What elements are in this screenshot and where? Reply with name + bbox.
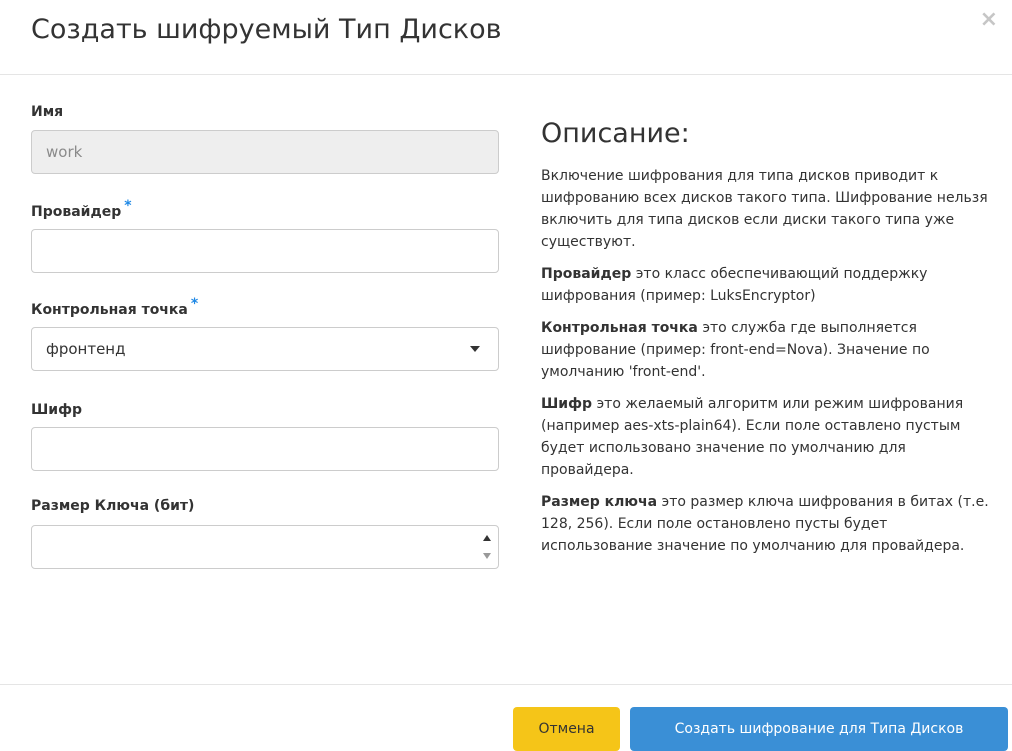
cipher-term: Шифр <box>541 396 593 412</box>
modal-header: Создать шифруемый Тип Дисков × <box>0 0 1012 75</box>
key-size-input[interactable] <box>31 525 499 569</box>
chevron-down-icon <box>470 346 480 352</box>
control-location-label: Контрольная точка * <box>31 296 198 318</box>
control-location-term: Контрольная точка <box>541 320 698 336</box>
description-title: Описание: <box>541 118 690 149</box>
description-provider: Провайдер это класс обеспечивающий подде… <box>541 263 1001 307</box>
provider-term: Провайдер <box>541 266 632 282</box>
provider-label-text: Провайдер <box>31 204 122 220</box>
description-control-location: Контрольная точка это служба где выполня… <box>541 317 1001 383</box>
provider-label: Провайдер * <box>31 198 132 220</box>
number-spinner <box>480 530 494 564</box>
key-size-label: Размер Ключа (бит) <box>31 498 195 514</box>
cipher-input[interactable] <box>31 427 499 471</box>
caret-down-icon <box>483 553 491 559</box>
provider-input[interactable] <box>31 229 499 273</box>
close-icon[interactable]: × <box>980 8 998 32</box>
description-panel: Описание: Включение шифрования для типа … <box>541 118 1001 567</box>
control-location-label-text: Контрольная точка <box>31 302 188 318</box>
required-asterisk: * <box>190 296 199 312</box>
description-key-size: Размер ключа это размер ключа шифрования… <box>541 491 1001 557</box>
required-asterisk: * <box>124 198 132 214</box>
name-label: Имя <box>31 104 64 120</box>
cancel-button[interactable]: Отмена <box>513 707 620 751</box>
description-intro: Включение шифрования для типа дисков при… <box>541 168 988 250</box>
cipher-label: Шифр <box>31 402 83 418</box>
spinner-up-button[interactable] <box>480 530 494 546</box>
create-encryption-button[interactable]: Создать шифрование для Типа Дисков <box>630 707 1008 751</box>
modal-footer: Отмена Создать шифрование для Типа Диско… <box>0 684 1012 751</box>
name-field[interactable]: work <box>31 130 499 174</box>
description-cipher: Шифр это желаемый алгоритм или режим шиф… <box>541 393 1001 481</box>
control-location-select[interactable]: фронтенд <box>31 327 499 371</box>
modal-title: Создать шифруемый Тип Дисков <box>31 14 502 45</box>
caret-up-icon <box>483 535 491 541</box>
key-size-term: Размер ключа <box>541 494 658 510</box>
control-location-value: фронтенд <box>46 340 126 358</box>
spinner-down-button[interactable] <box>480 548 494 564</box>
cipher-text: это желаемый алгоритм или режим шифрован… <box>541 396 964 478</box>
